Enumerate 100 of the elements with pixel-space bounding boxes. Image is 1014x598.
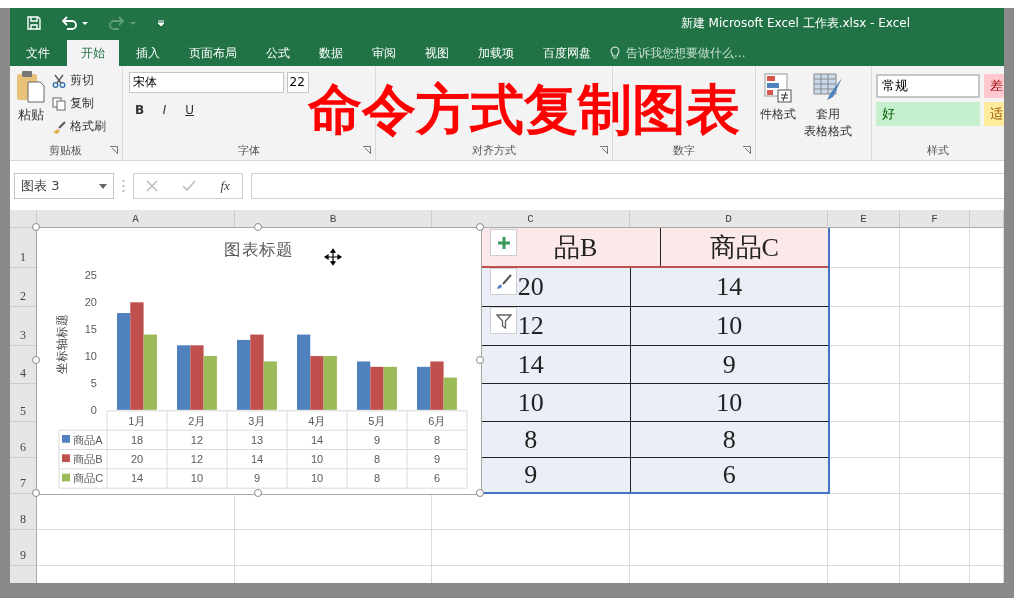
cell-style-item[interactable]: 常规 xyxy=(876,74,980,98)
font-size-field[interactable]: 22 xyxy=(286,72,309,93)
cancel-icon[interactable] xyxy=(146,180,159,192)
check-icon[interactable] xyxy=(182,180,197,192)
format-button[interactable]: B xyxy=(128,101,151,119)
grid-cell[interactable] xyxy=(900,228,970,268)
column-header[interactable]: C xyxy=(432,210,630,228)
grid-cell[interactable] xyxy=(432,530,630,566)
table-format-button[interactable]: 套用 表格格式 xyxy=(800,72,857,140)
grid-cell[interactable] xyxy=(900,494,970,530)
cell-style-item[interactable]: 好 xyxy=(876,102,980,126)
grid-cell[interactable] xyxy=(900,307,970,346)
grid-cell[interactable] xyxy=(970,384,1004,422)
row-header[interactable]: 1 xyxy=(10,228,37,268)
grid-cell[interactable] xyxy=(900,346,970,384)
column-header[interactable] xyxy=(970,210,1004,228)
formula-input[interactable] xyxy=(251,173,1004,199)
dropdown-icon xyxy=(99,183,107,189)
resize-handle[interactable] xyxy=(32,356,40,364)
tell-me-field[interactable]: 告诉我您想要做什么... xyxy=(624,45,788,61)
resize-handle[interactable] xyxy=(476,223,484,231)
row-header[interactable]: 9 xyxy=(10,530,37,566)
save-icon[interactable] xyxy=(26,15,42,31)
grid-cell[interactable] xyxy=(828,530,900,566)
row-header[interactable]: 3 xyxy=(10,307,37,346)
resize-handle[interactable] xyxy=(254,489,262,497)
grid-cell[interactable] xyxy=(970,422,1004,458)
row-header[interactable]: 4 xyxy=(10,346,37,384)
dialog-launcher-icon[interactable] xyxy=(109,146,118,154)
column-header[interactable]: A xyxy=(37,210,235,228)
move-cursor-icon xyxy=(323,248,343,266)
column-header[interactable]: E xyxy=(828,210,900,228)
ribbon-tab[interactable]: 百度网盘 xyxy=(531,40,603,66)
conditional-format-button[interactable]: 件格式 xyxy=(756,72,801,140)
dialog-launcher-icon[interactable] xyxy=(599,146,608,154)
ribbon-tab[interactable]: 审阅 xyxy=(360,40,408,66)
cut-button[interactable]: 剪切 xyxy=(50,70,108,91)
cell-style-item[interactable]: 差 xyxy=(984,74,1004,98)
resize-handle[interactable] xyxy=(476,356,484,364)
ribbon-tab[interactable]: 文件 xyxy=(14,40,62,66)
row-header[interactable]: 8 xyxy=(10,494,37,530)
select-all-button[interactable] xyxy=(10,210,37,228)
ribbon-tab[interactable]: 视图 xyxy=(413,40,461,66)
grid-cell[interactable] xyxy=(970,268,1004,307)
plus-icon xyxy=(496,235,511,250)
data-table-value: 18 xyxy=(130,433,144,446)
grid-cell[interactable] xyxy=(900,458,970,494)
grid-cell[interactable] xyxy=(900,384,970,422)
copy-button[interactable]: 复制 xyxy=(50,93,108,114)
grid-cell[interactable] xyxy=(37,530,235,566)
resize-handle[interactable] xyxy=(32,223,40,231)
grid-cell[interactable] xyxy=(970,530,1004,566)
grid-cell[interactable] xyxy=(630,530,828,566)
axis-tick-label: 5 xyxy=(90,377,97,389)
grid-cell[interactable] xyxy=(630,494,828,530)
table-cell-text: 9 xyxy=(721,348,737,381)
format-button[interactable]: I xyxy=(153,101,176,119)
grid-cell[interactable] xyxy=(970,346,1004,384)
resize-handle[interactable] xyxy=(32,489,40,497)
category-label: 1月 xyxy=(128,415,146,428)
paste-button[interactable]: 粘贴 xyxy=(16,70,46,140)
ribbon-tab[interactable]: 公式 xyxy=(254,40,302,66)
undo-icon[interactable] xyxy=(60,15,90,31)
grid-cell[interactable] xyxy=(970,228,1004,268)
row-header[interactable]: 2 xyxy=(10,268,37,307)
insert-function-button[interactable]: fx xyxy=(220,178,230,194)
category-label: 3月 xyxy=(248,415,266,428)
resize-handle[interactable] xyxy=(476,489,484,497)
resize-handle[interactable] xyxy=(254,223,262,231)
grid-cell[interactable] xyxy=(900,422,970,458)
grid-cell[interactable] xyxy=(828,494,900,530)
format-button[interactable]: U xyxy=(178,101,201,119)
cell-style-item[interactable]: 适 xyxy=(984,102,1004,126)
font-name-field[interactable]: 宋体 xyxy=(128,72,284,93)
dialog-launcher-icon[interactable] xyxy=(362,146,371,154)
format-painter-button[interactable]: 格式刷 xyxy=(50,116,108,137)
row-header[interactable]: 7 xyxy=(10,458,37,494)
grid-cell[interactable] xyxy=(970,458,1004,494)
row-header[interactable]: 5 xyxy=(10,384,37,422)
grid-cell[interactable] xyxy=(970,494,1004,530)
chart-filters-button[interactable] xyxy=(490,307,517,334)
dialog-launcher-icon[interactable] xyxy=(743,146,752,154)
grid-cell[interactable] xyxy=(900,268,970,307)
ribbon-tab[interactable]: 加载项 xyxy=(466,40,526,66)
ribbon-tab[interactable]: 插入 xyxy=(124,40,172,66)
chart-styles-button[interactable] xyxy=(490,268,517,295)
grid-cell[interactable] xyxy=(900,530,970,566)
grid-cell[interactable] xyxy=(970,307,1004,346)
legend-label: 商品B xyxy=(73,453,103,465)
ribbon-tab[interactable]: 开始 xyxy=(67,40,119,66)
row-header[interactable]: 6 xyxy=(10,422,37,458)
column-header[interactable]: D xyxy=(630,210,828,228)
grid-cell[interactable] xyxy=(235,530,432,566)
ribbon-tab[interactable]: 数据 xyxy=(307,40,355,66)
column-header[interactable]: B xyxy=(235,210,432,228)
column-header[interactable]: F xyxy=(900,210,970,228)
data-table-value: 13 xyxy=(250,433,264,446)
chart-elements-button[interactable] xyxy=(490,229,517,256)
ribbon-tab[interactable]: 页面布局 xyxy=(177,40,249,66)
name-box[interactable]: 图表 3 xyxy=(14,173,114,199)
